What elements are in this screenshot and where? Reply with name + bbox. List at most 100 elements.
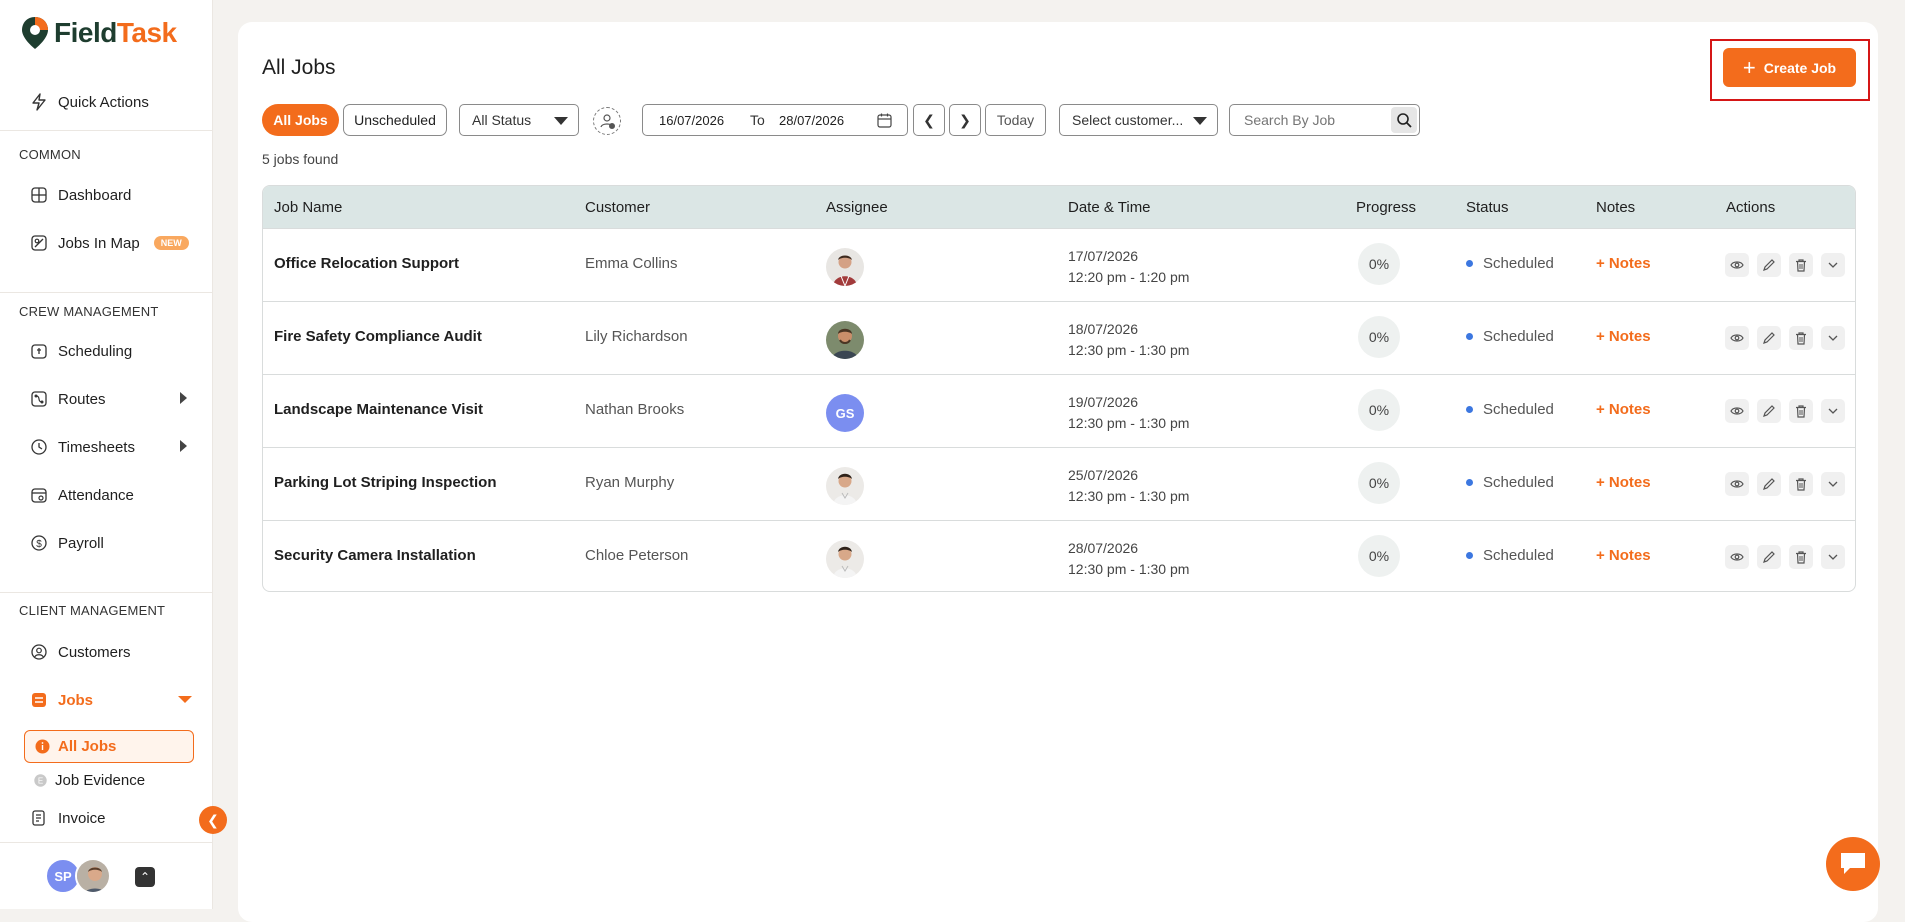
add-notes-link[interactable]: + Notes: [1596, 401, 1651, 418]
nav-label: Dashboard: [58, 186, 132, 204]
chevron-down-icon[interactable]: [1821, 545, 1845, 569]
job-name[interactable]: Landscape Maintenance Visit: [274, 401, 483, 418]
page-title: All Jobs: [262, 56, 336, 79]
nav-job-evidence[interactable]: E Job Evidence: [34, 772, 145, 789]
customer-name: Emma Collins: [585, 255, 678, 272]
table-header: Job Name Customer Assignee Date & Time P…: [263, 186, 1855, 228]
new-badge: NEW: [153, 236, 189, 250]
chevron-down-icon[interactable]: [1821, 253, 1845, 277]
svg-text:$: $: [36, 539, 42, 550]
jobs-table: Job Name Customer Assignee Date & Time P…: [262, 185, 1856, 592]
table-row[interactable]: Landscape Maintenance Visit Nathan Brook…: [263, 374, 1855, 447]
trash-icon[interactable]: [1789, 326, 1813, 350]
job-date: 17/07/2026: [1068, 248, 1139, 264]
assignee-avatar[interactable]: [826, 248, 864, 286]
jobs-collapse-icon[interactable]: [178, 696, 192, 703]
chevron-down-icon[interactable]: [1821, 399, 1845, 423]
search-input[interactable]: [1242, 111, 1382, 129]
nav-quick-actions[interactable]: Quick Actions: [30, 93, 149, 111]
routes-expand-icon[interactable]: [180, 392, 187, 404]
status-select-value: All Status: [472, 112, 532, 128]
job-name[interactable]: Parking Lot Striping Inspection: [274, 474, 497, 491]
date-time: 25/07/2026 12:30 pm - 1:30 pm: [1068, 465, 1189, 507]
status-dot: [1466, 479, 1473, 486]
eye-icon[interactable]: [1725, 253, 1749, 277]
table-row[interactable]: Parking Lot Striping Inspection Ryan Mur…: [263, 447, 1855, 520]
table-row[interactable]: Fire Safety Compliance Audit Lily Richar…: [263, 301, 1855, 374]
dropdown-caret-icon: [554, 117, 568, 125]
assignee-avatar[interactable]: [826, 540, 864, 578]
nav-routes[interactable]: Routes: [30, 390, 106, 408]
date-range-picker[interactable]: 16/07/2026 To 28/07/2026: [642, 104, 908, 136]
search-icon[interactable]: [1391, 107, 1417, 133]
nav-timesheets[interactable]: Timesheets: [30, 438, 135, 456]
status-badge: Scheduled: [1466, 255, 1554, 272]
assignee-avatar[interactable]: [826, 467, 864, 505]
trash-icon[interactable]: [1789, 399, 1813, 423]
edit-icon[interactable]: [1757, 326, 1781, 350]
chevron-down-icon[interactable]: [1821, 326, 1845, 350]
chevron-down-icon[interactable]: [1821, 472, 1845, 496]
nav-invoice[interactable]: Invoice: [30, 809, 106, 827]
assignee-filter-icon[interactable]: [593, 107, 621, 135]
add-notes-link[interactable]: + Notes: [1596, 328, 1651, 345]
nav-scheduling[interactable]: Scheduling: [30, 342, 132, 360]
nav-all-jobs[interactable]: All Jobs: [24, 730, 194, 763]
app-logo[interactable]: FieldTask: [20, 16, 177, 50]
table-row[interactable]: Office Relocation Support Emma Collins 1…: [263, 228, 1855, 301]
eye-icon[interactable]: [1725, 472, 1749, 496]
nav-payroll[interactable]: $ Payroll: [30, 534, 104, 552]
assignee-avatar-initials[interactable]: GS: [826, 394, 864, 432]
eye-icon[interactable]: [1725, 399, 1749, 423]
section-label-client: CLIENT MANAGEMENT: [19, 603, 166, 618]
trash-icon[interactable]: [1789, 253, 1813, 277]
nav-customers[interactable]: Customers: [30, 643, 131, 661]
job-search: [1229, 104, 1420, 136]
trash-icon[interactable]: [1789, 545, 1813, 569]
eye-icon[interactable]: [1725, 326, 1749, 350]
status-dot: [1466, 406, 1473, 413]
next-date-button[interactable]: ❯: [949, 104, 981, 136]
calendar-icon: [30, 342, 48, 360]
progress-indicator: 0%: [1358, 389, 1400, 431]
table-row[interactable]: Security Camera Installation Chloe Peter…: [263, 520, 1855, 591]
job-name[interactable]: Fire Safety Compliance Audit: [274, 328, 482, 345]
prev-date-button[interactable]: ❮: [913, 104, 945, 136]
add-notes-link[interactable]: + Notes: [1596, 255, 1651, 272]
section-label-common: COMMON: [19, 147, 81, 162]
create-job-button[interactable]: + Create Job: [1723, 48, 1856, 87]
assignee-avatar[interactable]: [826, 321, 864, 359]
col-notes: Notes: [1596, 199, 1636, 216]
add-notes-link[interactable]: + Notes: [1596, 547, 1651, 564]
status-select[interactable]: All Status: [459, 104, 579, 136]
add-notes-link[interactable]: + Notes: [1596, 474, 1651, 491]
trash-icon[interactable]: [1789, 472, 1813, 496]
customer-select[interactable]: Select customer...: [1059, 104, 1218, 136]
job-name[interactable]: Office Relocation Support: [274, 255, 459, 272]
job-time: 12:30 pm - 1:30 pm: [1068, 488, 1190, 504]
edit-icon[interactable]: [1757, 472, 1781, 496]
nav-label: Jobs In Map: [58, 234, 140, 252]
nav-attendance[interactable]: Attendance: [30, 486, 134, 504]
nav-jobs-in-map[interactable]: Jobs In Map NEW: [30, 234, 189, 252]
nav-label: Job Evidence: [55, 772, 146, 789]
edit-icon[interactable]: [1757, 253, 1781, 277]
timesheets-expand-icon[interactable]: [180, 440, 187, 452]
chat-support-button[interactable]: [1826, 837, 1880, 891]
nav-dashboard[interactable]: Dashboard: [30, 186, 131, 204]
edit-icon[interactable]: [1757, 399, 1781, 423]
user-avatar-photo[interactable]: [75, 858, 111, 894]
tab-all-jobs[interactable]: All Jobs: [262, 104, 339, 136]
today-button[interactable]: Today: [985, 104, 1046, 136]
app-name: FieldTask: [54, 17, 177, 48]
job-name[interactable]: Security Camera Installation: [274, 547, 476, 564]
date-to-label: To: [750, 112, 765, 128]
divider: [0, 292, 212, 293]
sidebar-collapse-button[interactable]: ❮: [199, 806, 227, 834]
eye-icon[interactable]: [1725, 545, 1749, 569]
nav-jobs[interactable]: Jobs: [30, 691, 93, 709]
edit-icon[interactable]: [1757, 545, 1781, 569]
tab-unscheduled[interactable]: Unscheduled: [343, 104, 447, 136]
status-text: Scheduled: [1483, 255, 1554, 272]
chevron-up-icon[interactable]: ⌃: [135, 867, 155, 887]
